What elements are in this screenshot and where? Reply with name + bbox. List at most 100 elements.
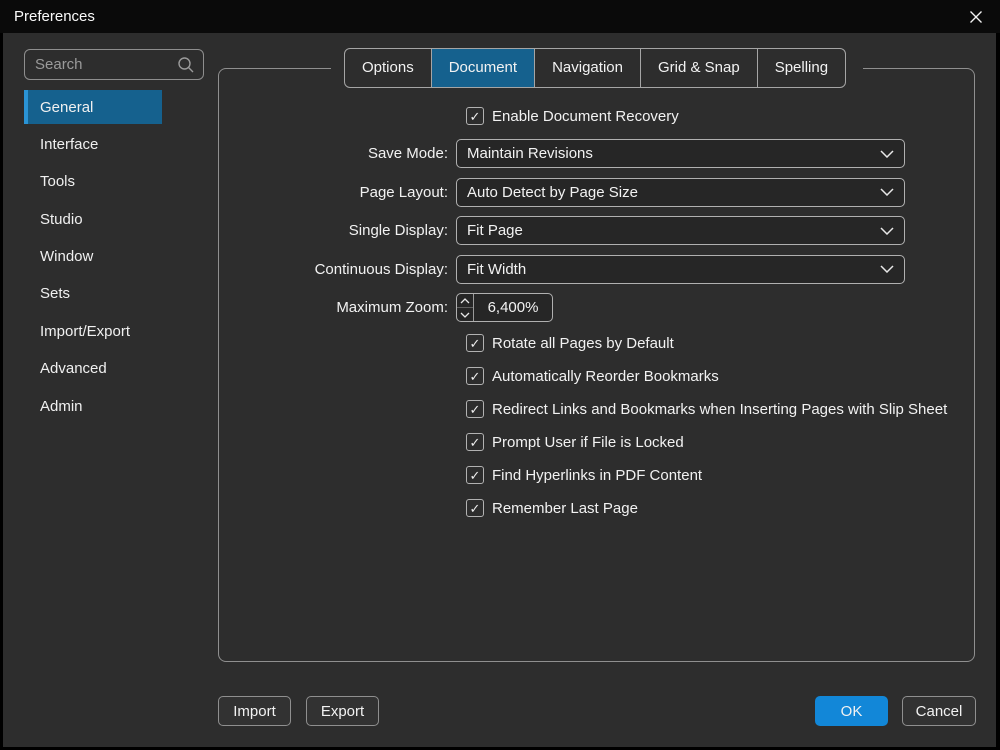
tab-label: Grid & Snap xyxy=(658,59,740,76)
checkmark-icon: ✓ xyxy=(470,436,481,449)
form-row: Page Layout: Auto Detect by Page Size xyxy=(218,178,975,207)
tab-label: Navigation xyxy=(552,59,623,76)
checkbox-label: Automatically Reorder Bookmarks xyxy=(492,368,719,385)
tab-label: Document xyxy=(449,59,517,76)
checkbox-label: Redirect Links and Bookmarks when Insert… xyxy=(492,401,947,418)
tab[interactable]: Options xyxy=(345,49,431,87)
spinner-up-button[interactable] xyxy=(457,294,473,308)
checkbox-row: ✓ Redirect Links and Bookmarks when Inse… xyxy=(466,400,947,418)
tab[interactable]: Navigation xyxy=(534,49,640,87)
option-checkbox[interactable]: ✓ xyxy=(466,433,484,451)
field-label: Page Layout: xyxy=(218,184,456,201)
dropdown-selected-value: Maintain Revisions xyxy=(467,145,593,162)
tab[interactable]: Document xyxy=(431,49,534,87)
checkmark-icon: ✓ xyxy=(470,337,481,350)
preferences-window: Preferences General Interface Tools xyxy=(0,0,1000,750)
checkbox-label: Rotate all Pages by Default xyxy=(492,335,674,352)
sidebar-item-label: Window xyxy=(40,248,93,265)
sidebar-item-label: Studio xyxy=(40,211,83,228)
option-checkbox[interactable]: ✓ xyxy=(466,334,484,352)
spinner-buttons xyxy=(457,294,474,321)
checkbox-row: ✓ Find Hyperlinks in PDF Content xyxy=(466,466,947,484)
sidebar-item[interactable]: General xyxy=(24,90,162,124)
sidebar-item-label: Admin xyxy=(40,398,83,415)
cancel-button[interactable]: Cancel xyxy=(902,696,976,726)
dropdown-select[interactable]: Fit Page xyxy=(456,216,905,245)
sidebar-item[interactable]: Window xyxy=(24,240,162,274)
field-label: Single Display: xyxy=(218,222,456,239)
import-button[interactable]: Import xyxy=(218,696,291,726)
search-box xyxy=(24,49,204,80)
option-checkbox[interactable]: ✓ xyxy=(466,466,484,484)
sidebar-item[interactable]: Admin xyxy=(24,389,162,423)
dropdown-selected-value: Auto Detect by Page Size xyxy=(467,184,638,201)
chevron-down-icon xyxy=(880,150,894,158)
window-border-right xyxy=(996,33,1000,750)
chevron-down-icon xyxy=(460,312,470,318)
tab[interactable]: Grid & Snap xyxy=(640,49,757,87)
checkmark-icon: ✓ xyxy=(470,110,481,123)
tab-label: Spelling xyxy=(775,59,828,76)
sidebar-item[interactable]: Interface xyxy=(24,127,162,161)
export-button[interactable]: Export xyxy=(306,696,379,726)
window-border-left xyxy=(0,33,3,750)
sidebar-item[interactable]: Sets xyxy=(24,277,162,311)
form-row: Continuous Display: Fit Width xyxy=(218,255,975,284)
option-checkbox[interactable]: ✓ xyxy=(466,499,484,517)
dropdown-selected-value: Fit Page xyxy=(467,222,523,239)
field-label: Maximum Zoom: xyxy=(218,299,456,316)
enable-document-recovery-row: ✓ Enable Document Recovery xyxy=(466,107,679,125)
enable-document-recovery-checkbox[interactable]: ✓ xyxy=(466,107,484,125)
checkbox-label: Prompt User if File is Locked xyxy=(492,434,684,451)
preferences-tabstrip: Options Document Navigation Grid & Snap … xyxy=(344,48,846,88)
sidebar-item[interactable]: Advanced xyxy=(24,352,162,386)
checkmark-icon: ✓ xyxy=(470,370,481,383)
checkbox-row: ✓ Remember Last Page xyxy=(466,499,947,517)
spinner-down-button[interactable] xyxy=(457,308,473,321)
close-icon xyxy=(968,9,984,25)
dropdown-settings: Save Mode: Maintain Revisions Page Layou… xyxy=(218,139,975,293)
option-checkbox[interactable]: ✓ xyxy=(466,400,484,418)
sidebar-item-label: Advanced xyxy=(40,360,107,377)
window-title: Preferences xyxy=(14,8,95,25)
sidebar-item[interactable]: Studio xyxy=(24,202,162,236)
dropdown-select[interactable]: Auto Detect by Page Size xyxy=(456,178,905,207)
dropdown-selected-value: Fit Width xyxy=(467,261,526,278)
sidebar-item[interactable]: Import/Export xyxy=(24,314,162,348)
dropdown-select[interactable]: Maintain Revisions xyxy=(456,139,905,168)
chevron-up-icon xyxy=(460,298,470,304)
checkmark-icon: ✓ xyxy=(470,469,481,482)
sidebar-item-label: Sets xyxy=(40,285,70,302)
sidebar-item-label: Tools xyxy=(40,173,75,190)
checkbox-row: ✓ Rotate all Pages by Default xyxy=(466,334,947,352)
maximum-zoom-row: Maximum Zoom: 6,400% xyxy=(218,293,975,322)
chevron-down-icon xyxy=(880,227,894,235)
form-row: Save Mode: Maintain Revisions xyxy=(218,139,975,168)
chevron-down-icon xyxy=(880,265,894,273)
sidebar-category-list: General Interface Tools Studio Window Se… xyxy=(24,90,162,427)
tab[interactable]: Spelling xyxy=(757,49,845,87)
sidebar-item-label: General xyxy=(40,99,93,116)
checkbox-label: Find Hyperlinks in PDF Content xyxy=(492,467,702,484)
maximum-zoom-value[interactable]: 6,400% xyxy=(474,294,552,321)
dropdown-select[interactable]: Fit Width xyxy=(456,255,905,284)
titlebar: Preferences xyxy=(0,0,1000,33)
tab-label: Options xyxy=(362,59,414,76)
field-label: Save Mode: xyxy=(218,145,456,162)
search-icon xyxy=(177,56,195,74)
checkbox-label: Remember Last Page xyxy=(492,500,638,517)
maximum-zoom-spinner: 6,400% xyxy=(456,293,553,322)
option-checkbox[interactable]: ✓ xyxy=(466,367,484,385)
checkbox-row: ✓ Automatically Reorder Bookmarks xyxy=(466,367,947,385)
chevron-down-icon xyxy=(880,188,894,196)
document-option-checkboxes: ✓ Rotate all Pages by Default ✓ Automati… xyxy=(466,334,947,532)
close-button[interactable] xyxy=(964,5,988,29)
form-row: Single Display: Fit Page xyxy=(218,216,975,245)
field-label: Continuous Display: xyxy=(218,261,456,278)
checkbox-label: Enable Document Recovery xyxy=(492,108,679,125)
sidebar-item-label: Import/Export xyxy=(40,323,130,340)
sidebar-item[interactable]: Tools xyxy=(24,165,162,199)
ok-button[interactable]: OK xyxy=(815,696,888,726)
sidebar-item-label: Interface xyxy=(40,136,98,153)
checkbox-row: ✓ Prompt User if File is Locked xyxy=(466,433,947,451)
